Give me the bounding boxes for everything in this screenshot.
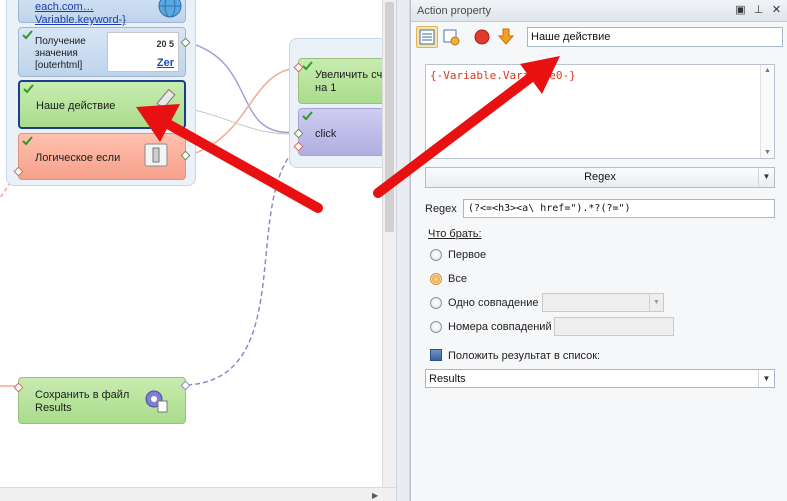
our-action-node-text: Наше действие — [36, 100, 116, 112]
increment-node[interactable]: Увеличить сч на 1 — [298, 58, 382, 104]
chevron-down-icon[interactable]: ▼ — [758, 370, 774, 387]
scroll-thumb[interactable] — [385, 2, 394, 232]
input-text-value: {-Variable.Variable0-} — [430, 69, 576, 82]
put-to-list-label: Положить результат в список: — [448, 350, 601, 362]
put-to-list-checkbox[interactable] — [430, 349, 442, 361]
mode-select[interactable]: Regex ▼ — [425, 167, 775, 188]
text-area-scrollbar[interactable]: ▲ ▼ — [760, 65, 774, 158]
regex-label: Regex — [425, 203, 457, 215]
radio-one-match-label: Одно совпадение — [448, 297, 539, 309]
chevron-down-icon: ▼ — [649, 294, 663, 311]
radio-all-label: Все — [448, 273, 467, 285]
check-icon — [302, 111, 313, 121]
down-arrow-button[interactable] — [495, 26, 517, 48]
stop-button[interactable] — [471, 26, 493, 48]
value-thumbnail: 20 5 Zer — [107, 32, 179, 72]
action-name-input[interactable]: Наше действие — [527, 27, 783, 47]
radio-all[interactable] — [430, 273, 442, 285]
connection-line-action-to-click — [185, 107, 299, 135]
chevron-down-icon[interactable]: ▼ — [758, 168, 774, 187]
radio-match-numbers[interactable] — [430, 321, 442, 333]
workflow-canvas[interactable]: each.com… Variable.keyword-} Получение з… — [0, 0, 382, 487]
panel-title: Action property — [417, 5, 491, 17]
mode-select-value: Regex — [584, 171, 616, 183]
radio-match-numbers-label: Номера совпадений — [448, 321, 552, 333]
close-icon[interactable]: ✕ — [770, 4, 783, 17]
panel-title-bar: Action property ▣ ⊥ ✕ — [411, 0, 787, 22]
foreach-node[interactable]: each.com… Variable.keyword-} — [18, 0, 186, 26]
radio-first[interactable] — [430, 249, 442, 261]
save-file-node[interactable]: Сохранить в файл Results — [18, 377, 186, 424]
input-text-area[interactable]: {-Variable.Variable0-} ▲ ▼ — [425, 64, 775, 159]
result-list-select[interactable]: Results ▼ — [425, 369, 775, 388]
one-match-select: ▼ — [542, 293, 664, 312]
match-numbers-input — [554, 317, 674, 336]
connection-line-value-to-click — [185, 41, 299, 134]
save-file-node-text: Сохранить в файл Results — [35, 389, 130, 414]
scroll-up-icon[interactable]: ▲ — [764, 67, 771, 74]
action-property-panel: Action property ▣ ⊥ ✕ Наше действие {-Va… — [410, 0, 787, 501]
result-list-value: Results — [429, 373, 466, 385]
thumbnail-number: 20 5 — [156, 39, 174, 49]
thumbnail-word: Zer — [156, 57, 174, 69]
check-icon — [22, 30, 33, 40]
click-node-text: click — [315, 128, 337, 140]
get-value-node-text: Получение значения [outerhtml] — [35, 36, 86, 71]
radio-one-match[interactable] — [430, 297, 442, 309]
regex-input[interactable]: (?<=<h3><a\ href=").*?(?=") — [463, 199, 775, 218]
check-icon — [23, 84, 34, 94]
foreach-node-text: each.com… Variable.keyword-} — [35, 1, 126, 26]
click-node[interactable]: click — [298, 108, 382, 156]
canvas-horizontal-scrollbar[interactable]: ▶ — [0, 487, 396, 501]
connection-line-click-to-save — [185, 145, 299, 386]
pin-icon[interactable]: ⊥ — [752, 4, 765, 17]
get-value-node[interactable]: Получение значения [outerhtml] 20 5 Zer — [18, 27, 186, 77]
check-icon — [22, 136, 33, 146]
radio-first-label: Первое — [448, 249, 487, 261]
stop-icon — [474, 29, 490, 45]
canvas-vertical-scrollbar[interactable] — [382, 0, 396, 487]
restore-icon[interactable]: ▣ — [734, 4, 747, 17]
properties-icon — [419, 29, 435, 45]
scroll-down-icon[interactable]: ▼ — [764, 149, 771, 156]
switch-icon — [144, 143, 168, 167]
macro-button[interactable] — [440, 26, 462, 48]
panel-splitter[interactable] — [396, 0, 410, 501]
check-icon — [302, 61, 313, 71]
our-action-node[interactable]: Наше действие — [18, 80, 186, 129]
properties-button[interactable] — [416, 26, 438, 48]
macro-icon — [443, 29, 460, 46]
increment-node-text: Увеличить сч на 1 — [315, 69, 382, 94]
what-to-take-label: Что брать: — [428, 228, 482, 240]
pencil-icon — [156, 88, 176, 110]
scroll-right-arrow-icon[interactable]: ▶ — [372, 491, 378, 500]
globe-icon — [158, 0, 182, 18]
down-arrow-icon — [497, 28, 515, 45]
logic-if-node[interactable]: Логическое если — [18, 133, 186, 180]
logic-if-node-text: Логическое если — [35, 152, 121, 164]
gear-file-icon — [145, 390, 168, 413]
